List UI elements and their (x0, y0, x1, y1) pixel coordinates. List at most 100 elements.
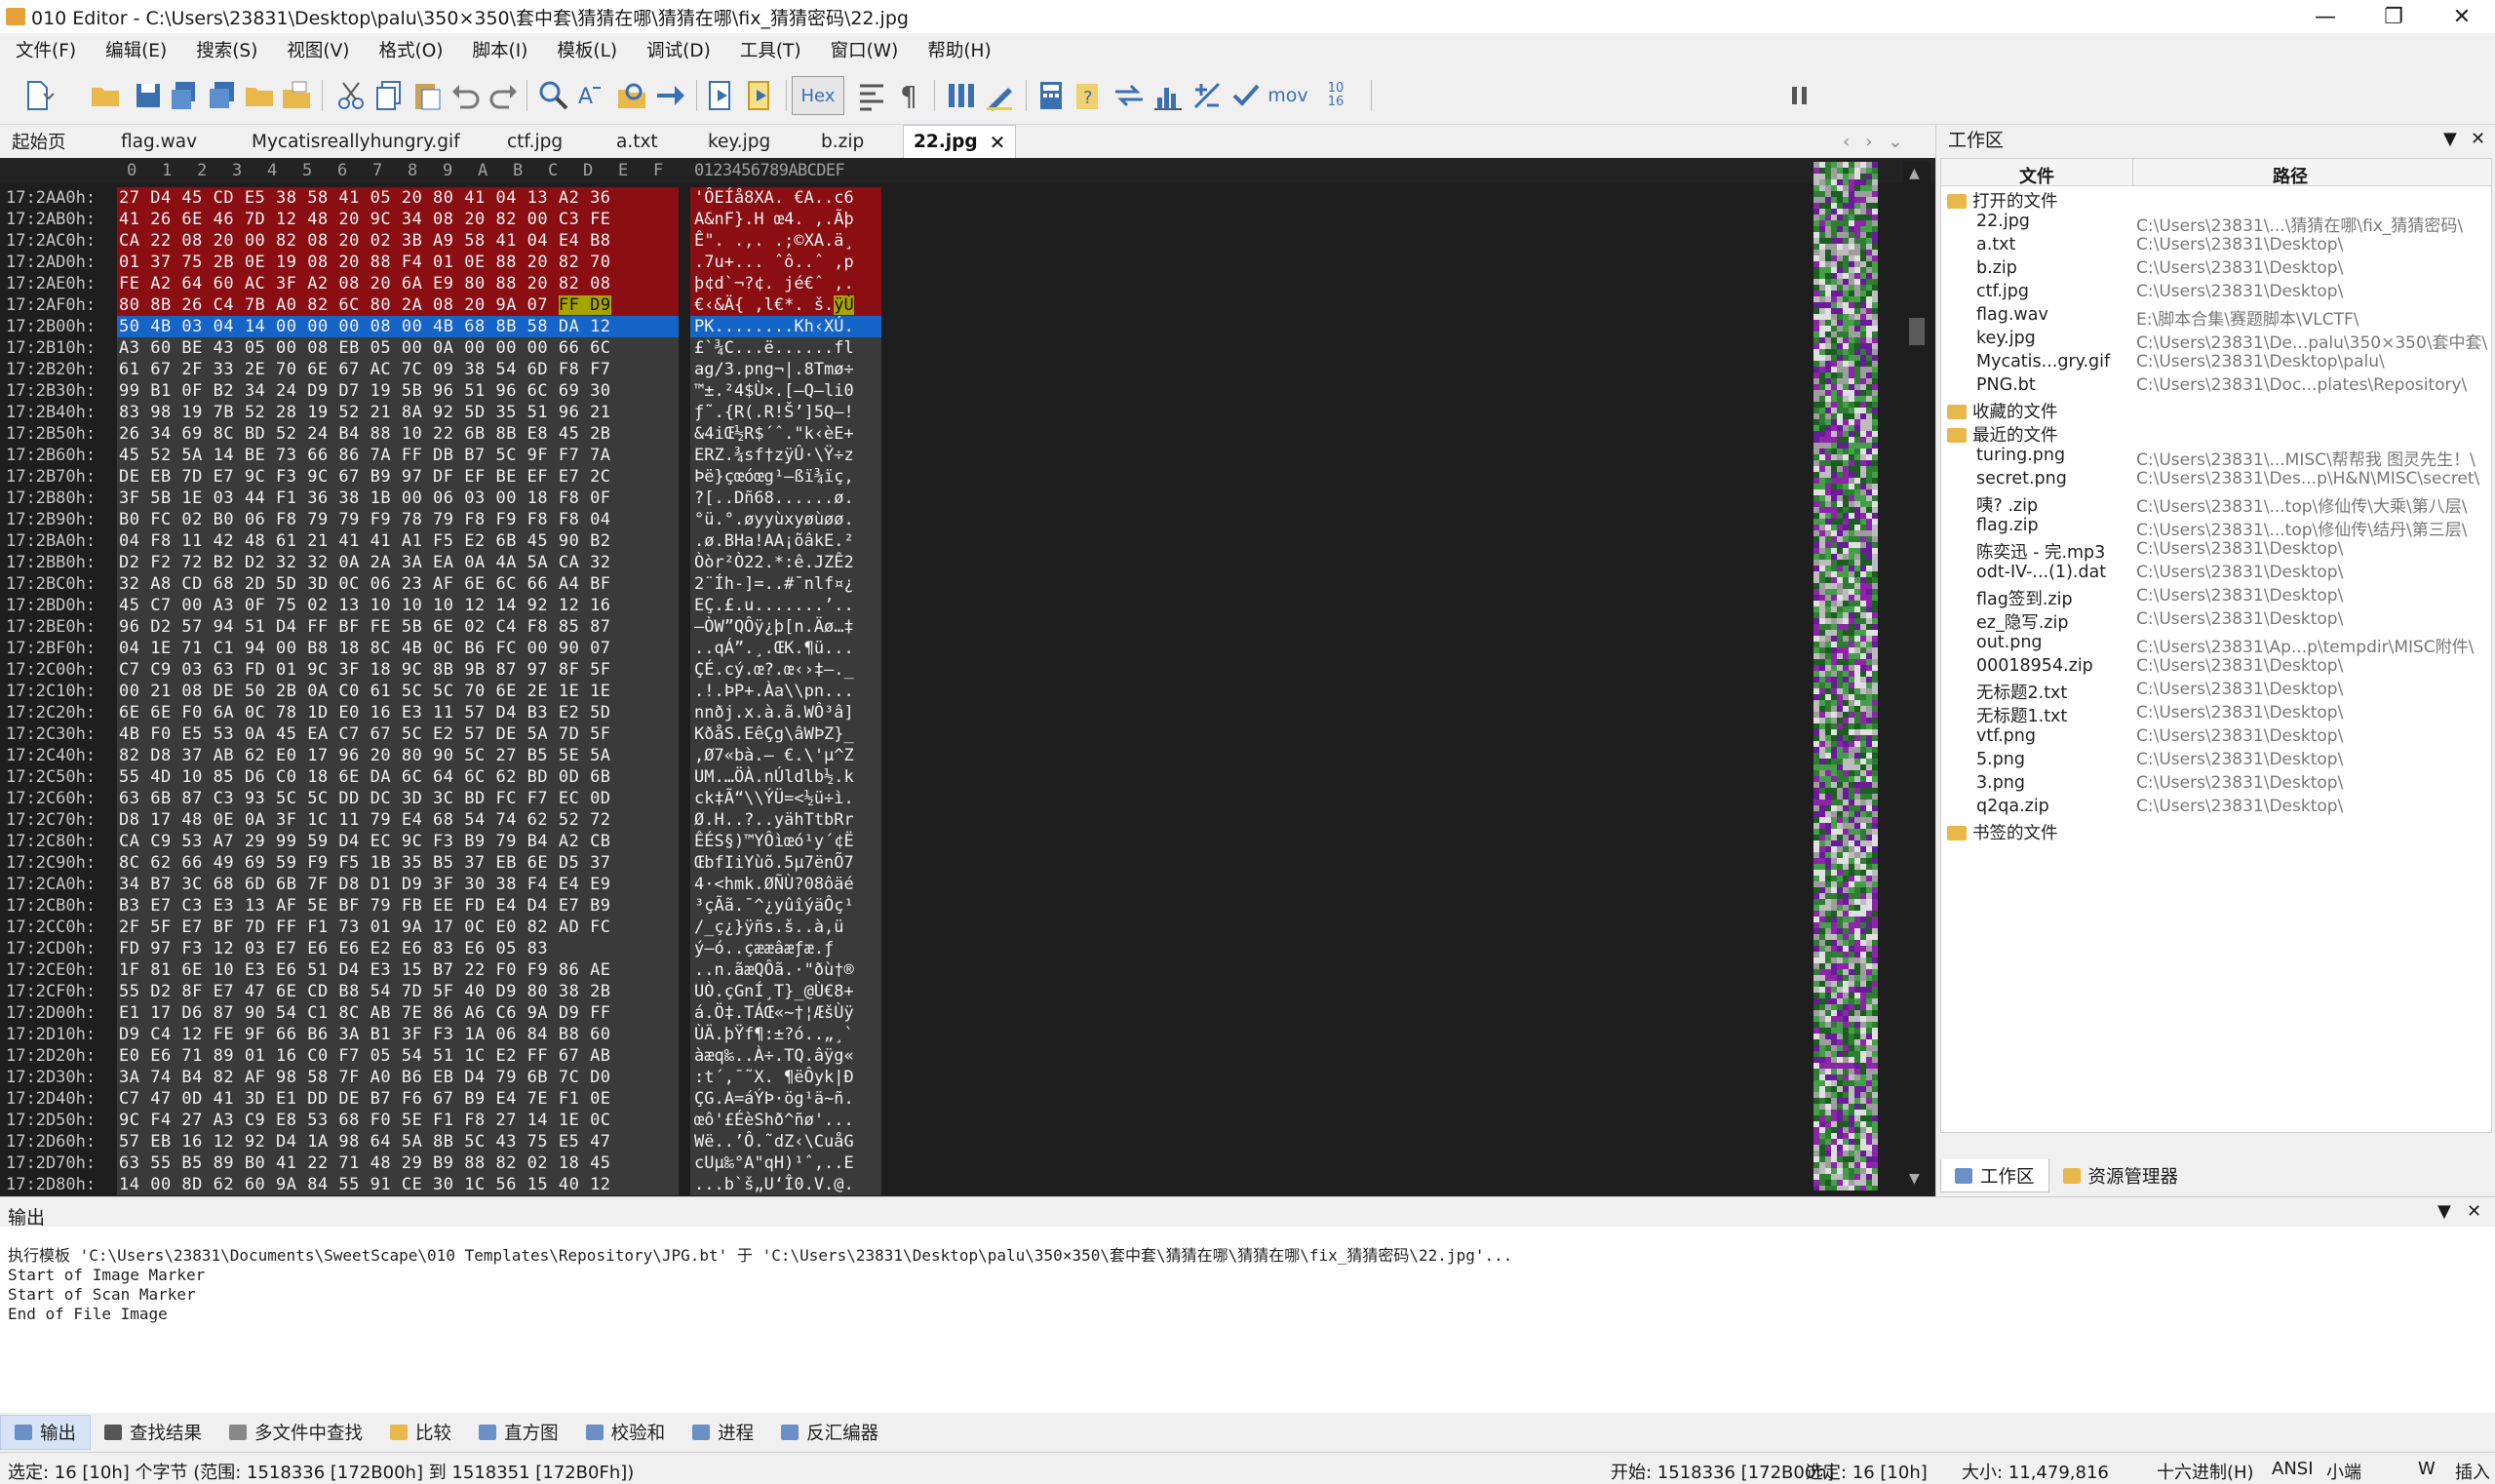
hex-row[interactable]: 17:2D60h: 57 EB 16 12 92 D4 1A 98 64 5A 8… (0, 1131, 897, 1152)
mov-icon[interactable]: mov (1266, 76, 1310, 115)
workspace-file-row[interactable]: PNG.bt C:\Users\23831\Doc...plates\Reposi… (1941, 375, 2491, 399)
row-hex-bytes[interactable]: 55 D2 8F E7 47 6E CD B8 54 7D 5F 40 D9 8… (117, 981, 679, 1002)
row-ascii[interactable]: :t´‚¯˜X. ¶ëÔyk|Ð (690, 1067, 881, 1088)
col-file-header[interactable]: 文件 (2019, 163, 2054, 188)
tab-start-page[interactable]: 起始页 (12, 125, 66, 158)
row-hex-bytes[interactable]: 01 37 75 2B 0E 19 08 20 88 F4 01 0E 88 2… (117, 252, 679, 273)
workspace-file-row[interactable]: turing.png C:\Users\23831\...MISC\帮帮我 图灵先… (1941, 446, 2491, 470)
vertical-scrollbar[interactable]: ▲ ▼ (1903, 162, 1930, 1191)
workspace-group[interactable]: 书签的文件 (1941, 820, 2491, 843)
goto-icon[interactable] (651, 76, 690, 115)
row-hex-bytes[interactable]: 63 6B 87 C3 93 5C 5C DD DC 3D 3C BD FC F… (117, 788, 679, 809)
row-ascii[interactable]: cUµ‰°A"qH)¹ˆ‚..E (690, 1152, 881, 1174)
workspace-file-row[interactable]: ctf.jpg C:\Users\23831\Desktop\ (1941, 282, 2491, 305)
workspace-file-row[interactable]: a.txt C:\Users\23831\Desktop\ (1941, 235, 2491, 258)
row-ascii[interactable]: €‹&Ä{ ‚l€*. š.ÿÙ (690, 294, 881, 316)
hex-row[interactable]: 17:2C80h: CA C9 53 A7 29 99 59 D4 EC 9C F… (0, 831, 897, 852)
row-hex-bytes[interactable]: 27 D4 45 CD E5 38 58 41 05 20 80 41 04 1… (117, 187, 679, 209)
hex-row[interactable]: 17:2B20h: 61 67 2F 33 2E 70 6E 67 AC 7C 0… (0, 359, 897, 380)
row-hex-bytes[interactable]: 80 8B 26 C4 7B A0 82 6C 80 2A 08 20 9A 0… (117, 294, 679, 316)
hex-row[interactable]: 17:2D70h: 63 55 B5 89 B0 41 22 71 48 29 B… (0, 1152, 897, 1174)
hex-row[interactable]: 17:2CC0h: 2F 5F E7 BF 7D FF F1 73 01 9A 1… (0, 917, 897, 938)
row-ascii[interactable]: ³çÃã.¯^¿yûîýäÔç¹ (690, 895, 881, 917)
open-folder-icon[interactable] (86, 76, 125, 115)
workspace-file-row[interactable]: flag.wav E:\脚本合集\赛题脚本\VLCTF\ (1941, 305, 2491, 330)
row-hex-bytes[interactable]: 04 1E 71 C1 94 00 B8 18 8C 4B 0C B6 FC 0… (117, 638, 679, 659)
col-path-header[interactable]: 路径 (2273, 163, 2308, 188)
row-hex-bytes[interactable]: CA 22 08 20 00 82 08 20 02 3B A9 58 41 0… (117, 230, 679, 252)
menu-tools[interactable]: 工具(T) (724, 37, 815, 62)
row-ascii[interactable]: àæq‰..À÷.TQ.âÿg« (690, 1045, 881, 1067)
undo-icon[interactable] (447, 76, 486, 115)
hex-row[interactable]: 17:2C70h: D8 17 48 0E 0A 3F 1C 11 79 E4 6… (0, 809, 897, 831)
hex-row[interactable]: 17:2D80h: 14 00 8D 62 60 9A 84 55 91 CE 3… (0, 1174, 897, 1195)
row-hex-bytes[interactable]: CA C9 53 A7 29 99 59 D4 EC 9C F3 B9 79 B… (117, 831, 679, 852)
output-close-icon[interactable]: ✕ (2467, 1201, 2481, 1222)
row-ascii[interactable]: ‚Ø7«bà.– €.\'µ^Z (690, 745, 881, 766)
workspace-file-row[interactable]: ez_隐写.zip C:\Users\23831\Desktop\ (1941, 609, 2491, 633)
tab-histogram[interactable]: 直方图 (465, 1415, 572, 1450)
row-ascii[interactable]: ck‡Ã“\\ÝÜ=<½ü÷ì. (690, 788, 881, 809)
row-hex-bytes[interactable]: B3 E7 C3 E3 13 AF 5E BF 79 FB EE FD E4 D… (117, 895, 679, 917)
row-ascii[interactable]: ƒ˜.{R(.R!Š’]5Q–! (690, 402, 881, 423)
histogram-icon[interactable] (1149, 76, 1188, 115)
row-ascii[interactable]: A&nF}.H œ4. ‚.Ãþ (690, 209, 881, 230)
hex-row[interactable]: 17:2B30h: 99 B1 0F B2 34 24 D9 D7 19 5B 9… (0, 380, 897, 402)
hex-row[interactable]: 17:2C50h: 55 4D 10 85 D6 C0 18 6E DA 6C 6… (0, 766, 897, 788)
workspace-close-icon[interactable]: ✕ (2471, 129, 2485, 149)
workspace-group[interactable]: 打开的文件 (1941, 188, 2491, 212)
row-hex-bytes[interactable]: 45 52 5A 14 BE 73 66 86 7A FF DB B7 5C 9… (117, 445, 679, 466)
row-ascii[interactable]: ŒbfIiYùõ.5µ7ënÕ7 (690, 852, 881, 874)
maximize-button[interactable]: ❐ (2359, 0, 2428, 33)
row-hex-bytes[interactable]: 63 55 B5 89 B0 41 22 71 48 29 B9 88 82 0… (117, 1152, 679, 1174)
scroll-up-icon[interactable]: ▲ (1909, 166, 1920, 181)
row-hex-bytes[interactable]: 4B F0 E5 53 0A 45 EA C7 67 5C E2 57 DE 5… (117, 723, 679, 745)
help-search-icon[interactable]: ? (1071, 76, 1110, 115)
row-ascii[interactable]: ERZ.¾sf†zÿÛ·\Ÿ÷z (690, 445, 881, 466)
replace-icon[interactable]: A (573, 76, 612, 115)
row-hex-bytes[interactable]: C7 C9 03 63 FD 01 9C 3F 18 9C 8B 9B 87 9… (117, 659, 679, 681)
row-hex-bytes[interactable]: B0 FC 02 B0 06 F8 79 79 F9 78 79 F8 F9 F… (117, 509, 679, 530)
workspace-file-row[interactable]: 无标题2.txt C:\Users\23831\Desktop\ (1941, 680, 2491, 703)
pause-icon[interactable] (1780, 76, 1819, 115)
menu-view[interactable]: 视图(V) (271, 37, 363, 62)
output-dropdown-icon[interactable]: ▼ (2437, 1201, 2451, 1222)
row-ascii[interactable]: UÒ.çGnÍ¸T}_@Ù€8+ (690, 981, 881, 1002)
workspace-file-row[interactable]: vtf.png C:\Users\23831\Desktop\ (1941, 726, 2491, 750)
find-icon[interactable] (534, 76, 573, 115)
cut-icon[interactable] (331, 76, 370, 115)
hex-row[interactable]: 17:2B80h: 3F 5B 1E 03 44 F1 36 38 1B 00 0… (0, 488, 897, 509)
tab-ctf-jpg[interactable]: ctf.jpg (507, 125, 563, 158)
row-hex-bytes[interactable]: 45 C7 00 A3 0F 75 02 13 10 10 10 12 14 9… (117, 595, 679, 616)
new-dropdown-icon[interactable] (39, 76, 58, 115)
hex-row[interactable]: 17:2B60h: 45 52 5A 14 BE 73 66 86 7A FF D… (0, 445, 897, 466)
run-script-icon[interactable] (702, 76, 741, 115)
row-ascii[interactable]: PK........Kh‹XÚ. (690, 316, 881, 337)
row-hex-bytes[interactable]: DE EB 7D E7 9C F3 9C 67 B9 97 DF EF BE E… (117, 466, 679, 488)
tab-compare[interactable]: 比较 (376, 1415, 465, 1450)
workspace-file-row[interactable]: out.png C:\Users\23831\Ap...p\tempdir\MIS… (1941, 633, 2491, 657)
workspace-file-row[interactable]: b.zip C:\Users\23831\Desktop\ (1941, 258, 2491, 282)
hex-row[interactable]: 17:2C60h: 63 6B 87 C3 93 5C 5C DD DC 3D 3… (0, 788, 897, 809)
row-hex-bytes[interactable]: 96 D2 57 94 51 D4 FF BF FE 5B 6E 02 C4 F… (117, 616, 679, 638)
tab-process[interactable]: 进程 (679, 1415, 767, 1450)
status-endian[interactable]: 小端 (2326, 1459, 2361, 1484)
row-hex-bytes[interactable]: 1F 81 6E 10 E3 E6 51 D4 E3 15 B7 22 F0 F… (117, 959, 679, 981)
menu-template[interactable]: 模板(L) (541, 37, 631, 62)
row-ascii[interactable]: Ø.H..?..yähTtbRr (690, 809, 881, 831)
row-ascii[interactable]: &4iŒ½R$´ˆ."k‹èE+ (690, 423, 881, 445)
row-ascii[interactable]: .7u+... ˆô..ˆ ‚p (690, 252, 881, 273)
status-insert[interactable]: 插入 (2455, 1459, 2490, 1484)
hex-row[interactable]: 17:2AC0h: CA 22 08 20 00 82 08 20 02 3B A… (0, 230, 897, 252)
tab-flag-wav[interactable]: flag.wav (121, 125, 197, 158)
row-ascii[interactable]: ag/3.png¬|.8Tmø÷ (690, 359, 881, 380)
row-ascii[interactable]: ý—ó..çææâæƒæ.ƒ (690, 938, 881, 959)
row-hex-bytes[interactable]: 34 B7 3C 68 6D 6B 7F D8 D1 D9 3F 30 38 F… (117, 874, 679, 895)
swap-icon[interactable] (1110, 76, 1149, 115)
tab-next-icon[interactable]: › (1865, 132, 1872, 152)
minimize-button[interactable]: — (2291, 0, 2359, 33)
save-as-icon[interactable] (166, 76, 205, 115)
row-ascii[interactable]: þ¢d`¬?¢. jé€ˆ ‚. (690, 273, 881, 294)
hex-row[interactable]: 17:2BA0h: 04 F8 11 42 48 61 21 41 41 A1 F… (0, 530, 897, 552)
workspace-group[interactable]: 最近的文件 (1941, 422, 2491, 446)
